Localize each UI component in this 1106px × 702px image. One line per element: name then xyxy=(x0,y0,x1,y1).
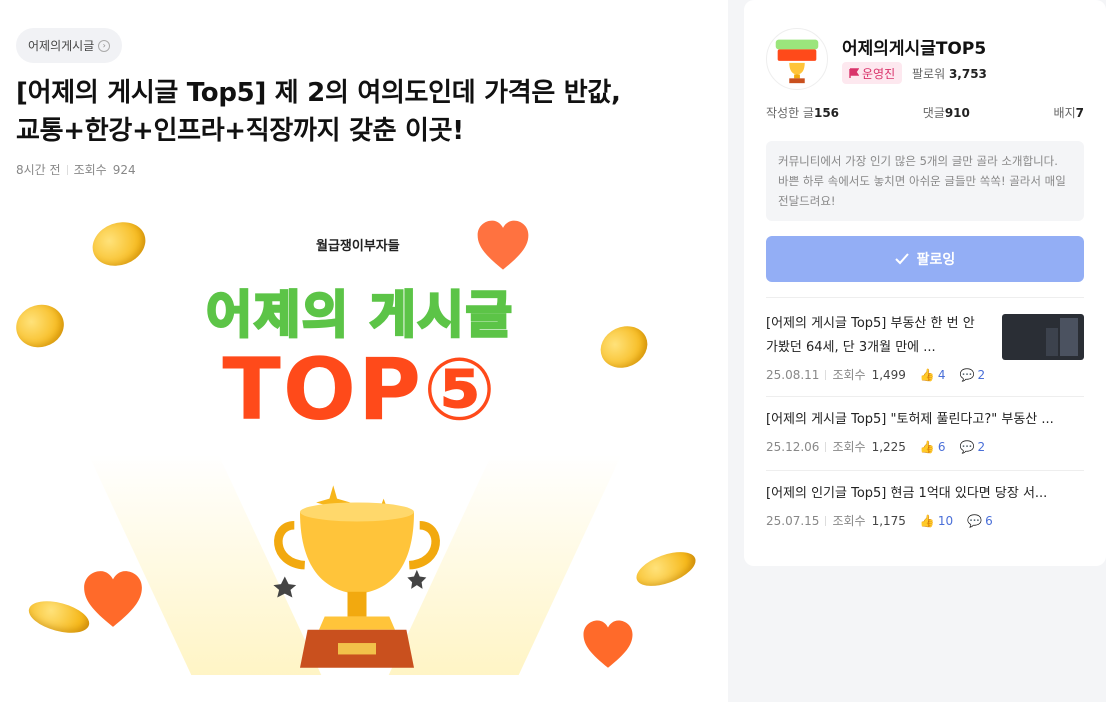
stat-posts-value: 156 xyxy=(813,106,840,120)
post-title: [어제의 게시글 Top5] 제 2의 여의도인데 가격은 반값, 교통+한강+… xyxy=(16,74,716,150)
list-item-date: 25.12.06 xyxy=(766,439,820,454)
comment-count: 💬 2 xyxy=(960,440,986,454)
follow-button-label: 팔로잉 xyxy=(916,252,956,268)
comment-icon: 💬 xyxy=(959,439,975,454)
chevron-right-icon: › xyxy=(98,39,111,52)
followers-count: 3,753 xyxy=(948,67,987,81)
comment-value: 2 xyxy=(977,367,986,382)
post-title-line1: [어제의 게시글 Top5] 제 2의 여의도인데 가격은 반값, xyxy=(16,78,621,108)
list-item-views-label: 조회수 xyxy=(832,368,866,382)
hero-headline2: TOP⑤ xyxy=(222,340,498,440)
coin-icon xyxy=(86,215,152,273)
post-views: 924 xyxy=(112,162,136,177)
avatar[interactable] xyxy=(766,28,828,90)
like-value: 10 xyxy=(937,513,954,528)
divider xyxy=(825,441,827,452)
list-item-title: [어제의 인기글 Top5] 현금 1억대 있다면 당장 서... xyxy=(766,486,1048,501)
post-views-label: 조회수 xyxy=(73,163,107,177)
thumbs-up-icon: 👍 xyxy=(919,367,935,382)
profile-stats: 작성한 글156 댓글910 배지7 xyxy=(766,104,1084,121)
follow-button[interactable]: 팔로잉 xyxy=(766,236,1084,282)
list-item[interactable]: [어제의 인기글 Top5] 현금 1억대 있다면 당장 서... 25.07.… xyxy=(766,482,1084,538)
like-value: 4 xyxy=(937,367,946,382)
main-content: 어제의게시글 › [어제의 게시글 Top5] 제 2의 여의도인데 가격은 반… xyxy=(0,0,728,702)
comment-count: 💬 6 xyxy=(967,514,993,528)
stat-posts[interactable]: 작성한 글156 xyxy=(766,104,839,121)
stat-comments-label: 댓글 xyxy=(922,106,945,120)
list-item[interactable]: [어제의 게시글 Top5] "토허제 풀린다고?" 부동산 ... 25.12… xyxy=(766,408,1084,464)
list-item-views-label: 조회수 xyxy=(832,514,866,528)
comment-count: 💬 2 xyxy=(960,368,986,382)
list-item-views: 1,175 xyxy=(871,513,906,528)
check-icon xyxy=(894,253,909,265)
heart-icon xyxy=(583,620,633,668)
stat-comments[interactable]: 댓글910 xyxy=(923,104,970,121)
coin-icon xyxy=(593,318,655,376)
sidebar-profile-card: 어제의게시글TOP5 운영진 팔로워 3,753 작성한 글156 댓글910 … xyxy=(744,0,1106,566)
hero-brand: 월급쟁이부자들 xyxy=(316,239,400,254)
stat-badges[interactable]: 배지7 xyxy=(1054,104,1084,121)
stat-posts-label: 작성한 글 xyxy=(766,106,814,120)
heart-icon xyxy=(477,220,529,270)
list-item-title: [어제의 게시글 Top5] "토허제 풀린다고?" 부동산 ... xyxy=(766,412,1054,427)
thumbnail-image xyxy=(1060,318,1078,356)
list-item[interactable]: [어제의 게시글 Top5] 부동산 한 번 안 가봤던 64세, 단 3개월 … xyxy=(766,312,1084,388)
list-item-meta: 25.12.06 조회수 1,225 👍 6 💬 2 xyxy=(766,438,1084,455)
list-item-date: 25.07.15 xyxy=(766,513,820,528)
category-label: 어제의게시글 xyxy=(28,39,95,53)
like-count: 👍 4 xyxy=(920,368,946,382)
hero-headline1: 어제의 게시글 xyxy=(205,285,514,346)
coin-icon xyxy=(11,299,69,353)
thumbs-up-icon: 👍 xyxy=(919,513,935,528)
followers[interactable]: 팔로워 3,753 xyxy=(912,65,987,82)
operator-badge: 운영진 xyxy=(842,62,903,84)
divider xyxy=(766,297,1084,298)
list-item-views: 1,499 xyxy=(871,367,906,382)
like-value: 6 xyxy=(937,439,946,454)
trophy-logo-icon xyxy=(775,39,819,84)
list-item-meta: 25.08.11 조회수 1,499 👍 4 💬 2 xyxy=(766,366,1084,383)
operator-badge-label: 운영진 xyxy=(862,66,896,81)
stat-badges-value: 7 xyxy=(1075,106,1084,120)
list-item-meta: 25.07.15 조회수 1,175 👍 10 💬 6 xyxy=(766,512,1084,529)
divider xyxy=(825,369,827,380)
thumbs-up-icon: 👍 xyxy=(919,439,935,454)
stat-badges-label: 배지 xyxy=(1053,106,1076,120)
category-chip[interactable]: 어제의게시글 › xyxy=(16,28,123,63)
trophy-icon xyxy=(273,485,440,668)
comment-value: 6 xyxy=(985,513,993,528)
comment-value: 2 xyxy=(977,439,986,454)
list-item-title: [어제의 게시글 Top5] 부동산 한 번 안 가봤던 64세, 단 3개월 … xyxy=(766,316,975,355)
post-time: 8시간 전 xyxy=(16,163,61,177)
divider xyxy=(766,470,1084,471)
thumbnail-image xyxy=(1046,328,1058,356)
flag-icon xyxy=(849,68,859,78)
divider xyxy=(66,164,68,175)
divider xyxy=(825,515,827,526)
post-meta: 8시간 전 조회수 924 xyxy=(16,161,136,178)
like-count: 👍 10 xyxy=(920,514,953,528)
comment-icon: 💬 xyxy=(967,513,983,528)
divider xyxy=(766,396,1084,397)
like-count: 👍 6 xyxy=(920,440,946,454)
stat-comments-value: 910 xyxy=(944,106,970,120)
heart-icon xyxy=(84,571,142,627)
list-item-views-label: 조회수 xyxy=(832,440,866,454)
list-item-views: 1,225 xyxy=(871,439,906,454)
list-item-date: 25.08.11 xyxy=(766,367,820,382)
hero-image: 월급쟁이부자들 어제의 게시글 TOP⑤ xyxy=(0,205,728,702)
followers-label: 팔로워 xyxy=(912,67,946,81)
comment-icon: 💬 xyxy=(959,367,975,382)
post-thumbnail xyxy=(1002,314,1084,360)
profile-description: 커뮤니티에서 가장 인기 많은 5개의 글만 골라 소개합니다. 바쁜 하루 속… xyxy=(766,141,1084,221)
coin-icon xyxy=(632,545,700,593)
profile-name: 어제의게시글TOP5 xyxy=(842,39,987,59)
post-title-line2: 교통+한강+인프라+직장까지 갖춘 이곳! xyxy=(16,116,464,146)
